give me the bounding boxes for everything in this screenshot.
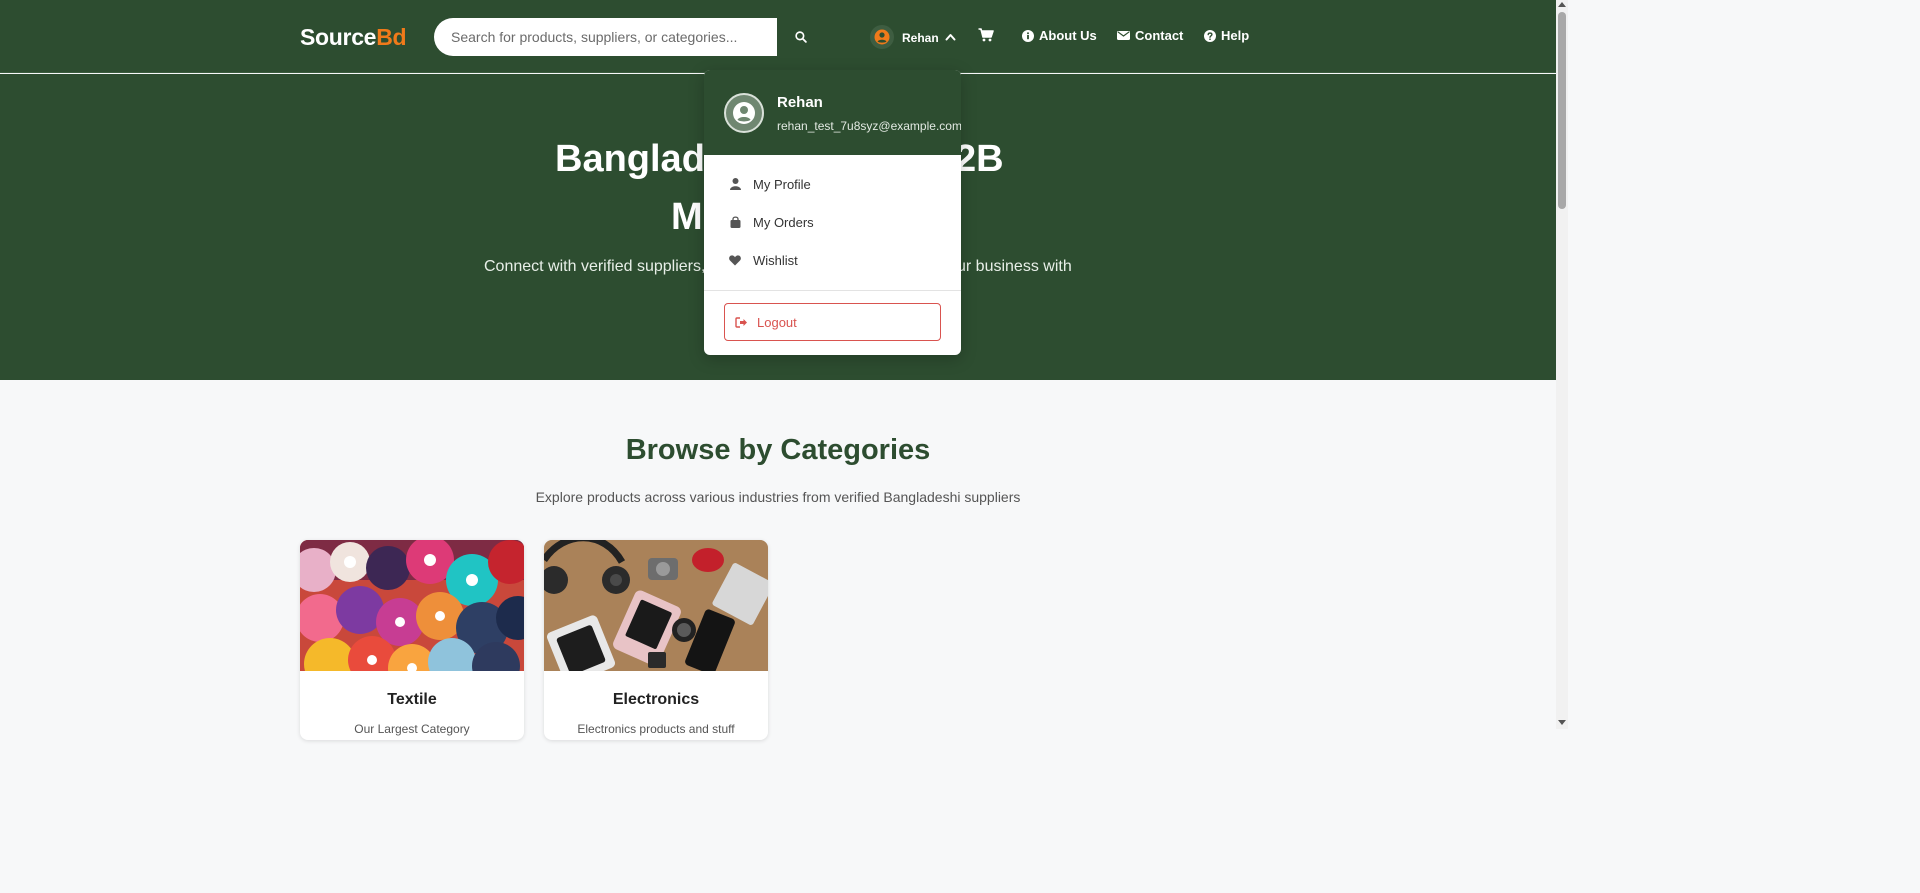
search-box: [434, 18, 777, 56]
user-menu-toggle[interactable]: Rehan: [870, 18, 956, 56]
brand-logo[interactable]: SourceBd: [300, 24, 407, 51]
nav-about-link[interactable]: About Us: [1022, 28, 1097, 43]
logout-label: Logout: [757, 314, 797, 330]
search-input[interactable]: [434, 18, 777, 56]
dropdown-item-label: Wishlist: [753, 252, 798, 268]
brand-name-part2: Bd: [376, 24, 407, 50]
nav-help-label: Help: [1221, 28, 1250, 43]
envelope-icon: [1117, 31, 1130, 40]
user-name: Rehan: [902, 31, 939, 45]
brand-name-part1: Source: [300, 24, 377, 50]
user-avatar: [870, 25, 894, 49]
dropdown-item-my-orders[interactable]: My Orders: [704, 203, 961, 241]
dropdown-avatar: [724, 93, 764, 133]
user-icon: [728, 178, 742, 190]
category-name: Electronics: [612, 691, 700, 708]
nav-help-link[interactable]: Help: [1204, 28, 1249, 43]
user-circle-icon: [874, 29, 890, 45]
nav-contact-label: Contact: [1135, 28, 1184, 43]
category-name: Textile: [387, 691, 437, 708]
category-description: Our Largest Category: [354, 722, 470, 736]
scrollbar-thumb[interactable]: [1558, 12, 1566, 209]
dropdown-item-label: My Orders: [753, 214, 814, 230]
dropdown-user-email: rehan_test_7u8syz@example.com: [777, 119, 961, 133]
hero-title-line1-left: Banglade: [555, 138, 727, 180]
hero-title-line2: M: [671, 196, 703, 238]
question-circle-icon: [1204, 29, 1216, 42]
hero-subtitle-right: ur business with: [957, 258, 1072, 275]
heart-icon: [728, 254, 742, 266]
textile-image: [300, 540, 524, 671]
category-card-electronics[interactable]: Electronics Electronics products and stu…: [544, 540, 768, 740]
hero-title-line1-right: 2B: [955, 138, 1004, 180]
nav-contact-link[interactable]: Contact: [1117, 28, 1183, 43]
hero-subtitle-left: Connect with verified suppliers,: [484, 258, 706, 275]
logout-button[interactable]: Logout: [724, 303, 941, 341]
scroll-down-arrow-icon[interactable]: [1558, 720, 1566, 725]
scroll-up-arrow-icon[interactable]: [1558, 2, 1566, 7]
top-navbar: SourceBd Rehan: [0, 0, 1556, 73]
dropdown-item-wishlist[interactable]: Wishlist: [704, 241, 961, 279]
user-dropdown-menu: Rehan rehan_test_7u8syz@example.com My P…: [704, 70, 961, 355]
categories-title: Browse by Categories: [625, 434, 931, 466]
dropdown-divider: [704, 290, 961, 291]
page-scrollbar[interactable]: [1556, 0, 1568, 729]
cart-button[interactable]: [978, 28, 994, 47]
shopping-bag-icon: [728, 216, 742, 228]
cart-icon: [978, 28, 994, 42]
electronics-image: [544, 540, 768, 671]
user-circle-icon: [733, 102, 755, 124]
sign-out-icon: [735, 316, 748, 328]
info-icon: [1022, 29, 1034, 42]
search-button[interactable]: [777, 18, 825, 56]
search-icon: [795, 31, 807, 43]
nav-about-label: About Us: [1039, 28, 1097, 43]
category-card-textile[interactable]: Textile Our Largest Category: [300, 540, 524, 740]
dropdown-item-label: My Profile: [753, 176, 811, 192]
dropdown-header: Rehan rehan_test_7u8syz@example.com: [704, 70, 961, 155]
category-description: Electronics products and stuff: [577, 722, 735, 736]
dropdown-user-name: Rehan: [777, 94, 823, 111]
categories-subtitle: Explore products across various industri…: [535, 489, 1021, 505]
dropdown-item-my-profile[interactable]: My Profile: [704, 165, 961, 203]
chevron-up-icon: [945, 33, 956, 41]
